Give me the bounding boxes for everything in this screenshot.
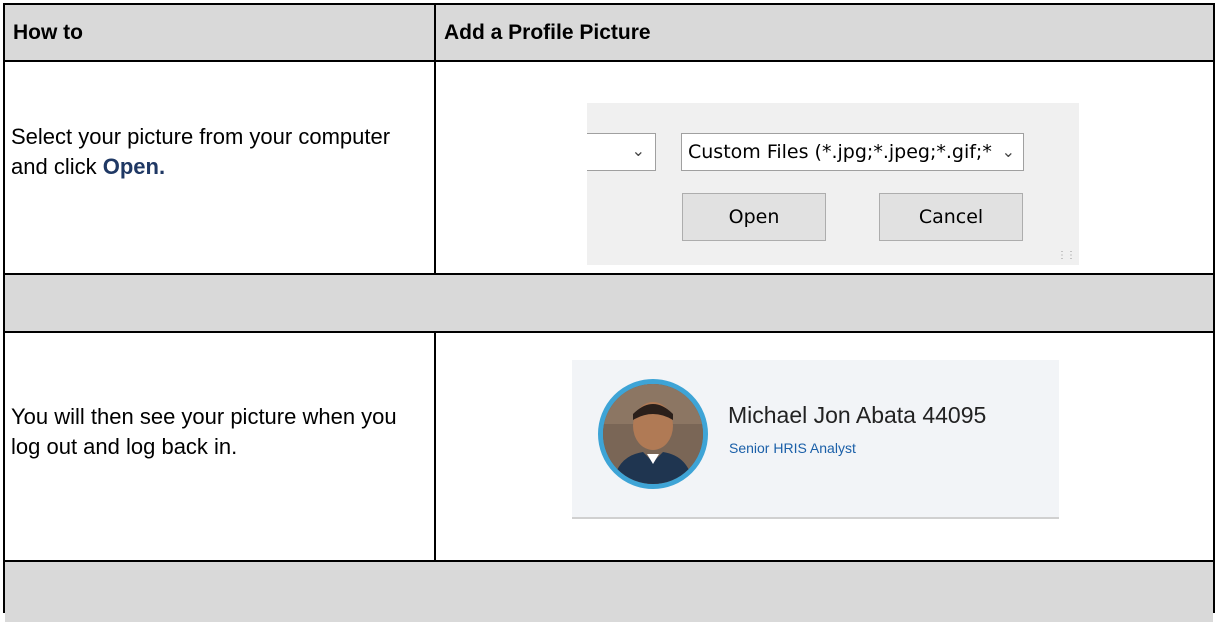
profile-name: Michael Jon Abata 44095 — [728, 402, 987, 428]
step-image-cell: Michael Jon Abata 44095 Senior HRIS Anal… — [436, 333, 1213, 560]
step-text-cell: You will then see your picture when you … — [5, 333, 436, 560]
header-how-to-label: How to — [13, 21, 83, 44]
table-row-step-open: Select your picture from your computer a… — [5, 62, 1213, 275]
step-open-emphasis: Open. — [102, 154, 166, 179]
chevron-down-icon: ⌄ — [631, 143, 645, 160]
filename-combo[interactable]: ⌄ — [587, 133, 656, 171]
header-topic-label: Add a Profile Picture — [444, 21, 651, 44]
table-row-spacer — [5, 562, 1213, 622]
avatar-photo-icon — [603, 384, 703, 484]
step-text-cell: Select your picture from your computer a… — [5, 62, 436, 273]
chevron-down-icon: ⌄ — [1001, 142, 1015, 161]
step-image-cell: ⌄ Custom Files (*.jpg;*.jpeg;*.gif;* ⌄ O… — [436, 62, 1213, 273]
table-row-step-result: You will then see your picture when you … — [5, 333, 1213, 562]
step-instruction: You will then see your picture when you … — [11, 404, 397, 459]
file-type-label: Custom Files (*.jpg;*.jpeg;*.gif;* — [688, 141, 992, 163]
resize-grip-icon[interactable]: ⋮⋮ — [1057, 250, 1076, 261]
file-type-combo[interactable]: Custom Files (*.jpg;*.jpeg;*.gif;* ⌄ — [681, 133, 1024, 171]
profile-title: Senior HRIS Analyst — [729, 440, 856, 456]
step-instruction-text: Select your picture from your computer a… — [11, 124, 391, 179]
file-dialog-screenshot: ⌄ Custom Files (*.jpg;*.jpeg;*.gif;* ⌄ O… — [587, 103, 1079, 265]
cancel-button[interactable]: Cancel — [879, 193, 1023, 241]
header-cell-topic: Add a Profile Picture — [436, 5, 1213, 60]
open-button[interactable]: Open — [682, 193, 826, 241]
table-row-spacer — [5, 275, 1213, 333]
instruction-table: How to Add a Profile Picture Select your… — [3, 3, 1215, 622]
step-instruction: Select your picture from your computer a… — [11, 122, 411, 182]
profile-card-screenshot: Michael Jon Abata 44095 Senior HRIS Anal… — [572, 360, 1059, 519]
avatar — [598, 379, 708, 489]
table-header-row: How to Add a Profile Picture — [5, 5, 1213, 62]
header-cell-how-to: How to — [5, 5, 436, 60]
